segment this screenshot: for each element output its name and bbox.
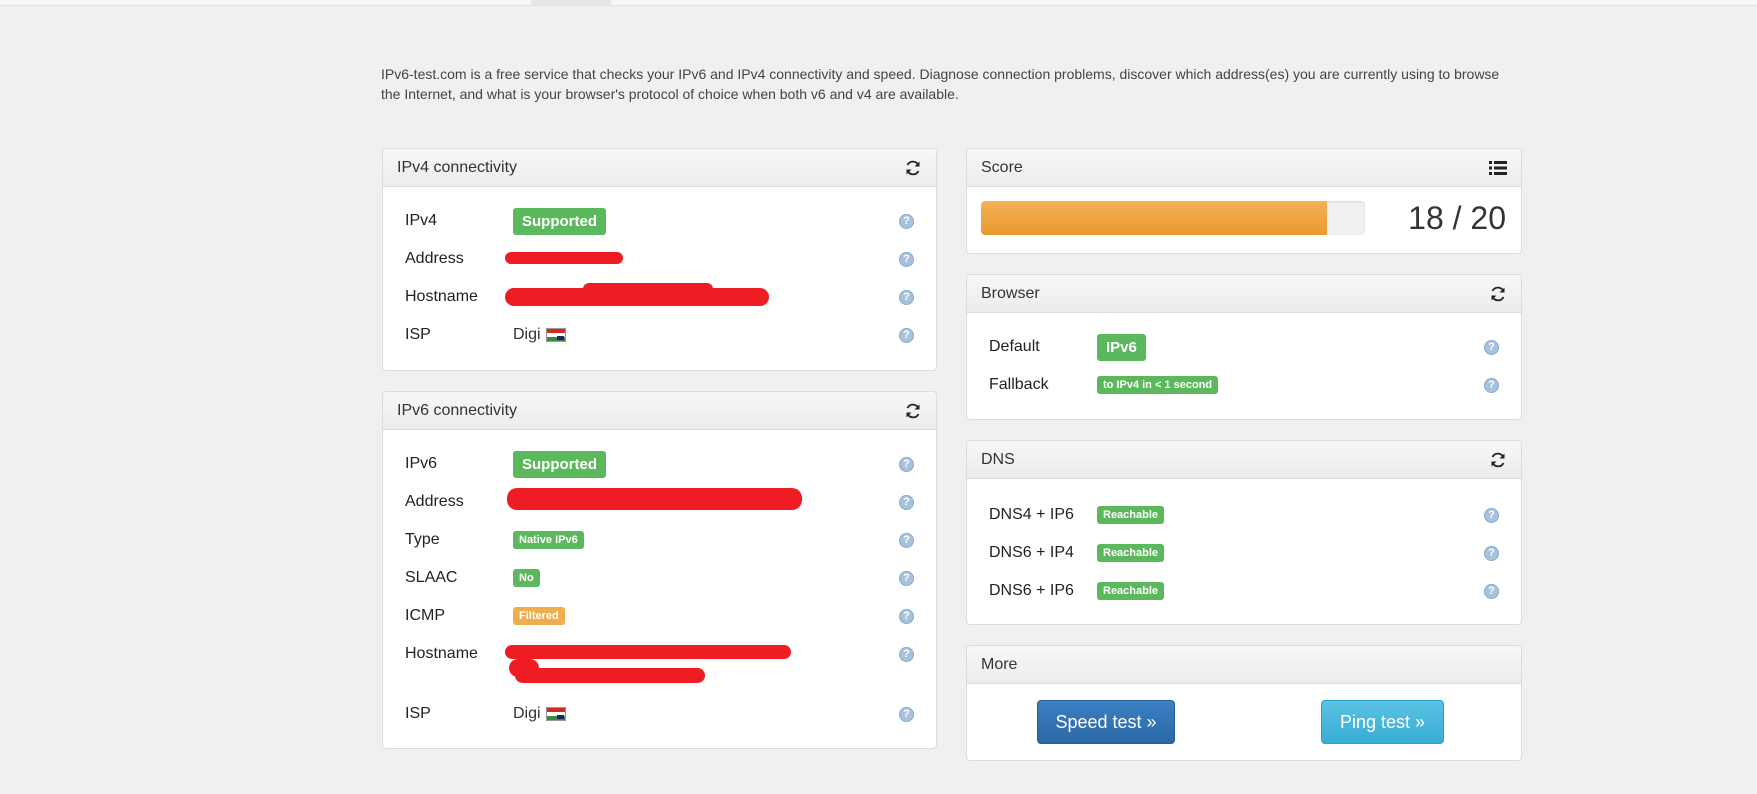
speed-test-button[interactable]: Speed test » bbox=[1037, 700, 1175, 744]
more-panel-title: More bbox=[981, 655, 1018, 673]
dns-label: DNS6 + IP4 bbox=[989, 544, 1074, 561]
default-ipv6-badge: IPv6 bbox=[1097, 333, 1146, 361]
hungary-flag-icon bbox=[545, 328, 566, 342]
reachable-badge: Reachable bbox=[1097, 544, 1165, 562]
ipv4-panel: IPv4 connectivity IPv4 Supported ? Addre… bbox=[382, 148, 937, 371]
hostname-label: Hostname bbox=[405, 645, 478, 662]
ipv4-label: IPv4 bbox=[405, 212, 438, 229]
refresh-icon[interactable] bbox=[1489, 451, 1507, 469]
type-label: Type bbox=[405, 531, 440, 548]
help-icon[interactable]: ? bbox=[1484, 507, 1499, 523]
top-nav-bar bbox=[0, 0, 1757, 6]
help-icon[interactable]: ? bbox=[1484, 583, 1499, 599]
browser-panel-header: Browser bbox=[967, 275, 1521, 313]
intro-text: IPv6-test.com is a free service that che… bbox=[381, 66, 1500, 102]
score-value: 18 / 20 bbox=[1408, 200, 1506, 236]
reachable-badge: Reachable bbox=[1097, 582, 1165, 600]
score-panel-title: Score bbox=[981, 158, 1023, 176]
ipv6-row: IPv6 Supported ? bbox=[405, 450, 914, 478]
ping-test-button[interactable]: Ping test » bbox=[1321, 700, 1444, 744]
browser-panel-title: Browser bbox=[981, 284, 1040, 302]
dns-label: DNS4 + IP6 bbox=[989, 506, 1074, 523]
help-icon[interactable]: ? bbox=[1484, 545, 1499, 561]
hostname-label: Hostname bbox=[405, 288, 478, 305]
reachable-badge: Reachable bbox=[1097, 506, 1165, 524]
ipv4-isp-row: ISP Digi ? bbox=[405, 323, 914, 347]
top-nav-tab[interactable] bbox=[531, 0, 611, 5]
help-icon[interactable]: ? bbox=[1484, 339, 1499, 355]
help-icon[interactable]: ? bbox=[899, 608, 914, 624]
redacted-hostname bbox=[583, 283, 713, 295]
slaac-badge: No bbox=[513, 569, 540, 587]
dns-row: DNS6 + IP4 Reachable ? bbox=[989, 541, 1499, 565]
ipv4-panel-header: IPv4 connectivity bbox=[383, 149, 936, 187]
dns-label: DNS6 + IP6 bbox=[989, 582, 1074, 599]
help-icon[interactable]: ? bbox=[899, 213, 914, 229]
isp-value: Digi bbox=[513, 705, 541, 722]
help-icon[interactable]: ? bbox=[899, 251, 914, 267]
ipv6-panel-title: IPv6 connectivity bbox=[397, 401, 518, 419]
browser-fallback-row: Fallback to IPv4 in < 1 second ? bbox=[989, 373, 1499, 397]
dns-row: DNS4 + IP6 Reachable ? bbox=[989, 503, 1499, 527]
address-label: Address bbox=[405, 250, 464, 267]
ipv4-row: IPv4 Supported ? bbox=[405, 207, 914, 235]
help-icon[interactable]: ? bbox=[899, 494, 914, 510]
ipv4-supported-badge: Supported bbox=[513, 207, 606, 235]
ipv6-label: IPv6 bbox=[405, 455, 438, 472]
fallback-label: Fallback bbox=[989, 376, 1049, 393]
isp-value: Digi bbox=[513, 326, 541, 343]
ipv6-supported-badge: Supported bbox=[513, 450, 606, 478]
refresh-icon[interactable] bbox=[1489, 285, 1507, 303]
dns-row: DNS6 + IP6 Reachable ? bbox=[989, 579, 1499, 603]
address-label: Address bbox=[405, 493, 464, 510]
help-icon[interactable]: ? bbox=[899, 327, 914, 343]
redacted-hostname bbox=[515, 668, 705, 683]
ipv4-panel-title: IPv4 connectivity bbox=[397, 158, 518, 176]
ipv6-panel: IPv6 connectivity IPv6 Supported ? Addre… bbox=[382, 391, 937, 749]
native-ipv6-badge: Native IPv6 bbox=[513, 531, 584, 549]
ipv6-panel-header: IPv6 connectivity bbox=[383, 392, 936, 430]
ipv6-icmp-row: ICMP Filtered ? bbox=[405, 604, 914, 628]
icmp-filtered-badge: Filtered bbox=[513, 607, 565, 625]
help-icon[interactable]: ? bbox=[899, 646, 914, 662]
ipv4-address-row: Address ? bbox=[405, 247, 914, 271]
default-label: Default bbox=[989, 338, 1040, 355]
score-panel-header: Score bbox=[967, 149, 1521, 187]
refresh-icon[interactable] bbox=[904, 402, 922, 420]
redacted-hostname bbox=[505, 645, 791, 659]
help-icon[interactable]: ? bbox=[1484, 377, 1499, 393]
more-panel: More Speed test » Ping test » bbox=[966, 645, 1522, 761]
slaac-label: SLAAC bbox=[405, 569, 458, 586]
more-panel-header: More bbox=[967, 646, 1521, 684]
browser-panel: Browser Default IPv6 ? Fallback to IPv4 … bbox=[966, 274, 1522, 420]
redacted-address bbox=[507, 488, 802, 510]
isp-label: ISP bbox=[405, 705, 431, 722]
isp-label: ISP bbox=[405, 326, 431, 343]
ipv6-isp-row: ISP Digi ? bbox=[405, 702, 914, 726]
score-progress-fill bbox=[981, 201, 1327, 235]
hungary-flag-icon bbox=[545, 707, 566, 721]
score-progress-bar bbox=[981, 201, 1365, 235]
score-panel: Score 18 / 20 bbox=[966, 148, 1522, 254]
browser-default-row: Default IPv6 ? bbox=[989, 333, 1499, 361]
dns-panel-title: DNS bbox=[981, 450, 1015, 468]
refresh-icon[interactable] bbox=[904, 159, 922, 177]
ipv6-type-row: Type Native IPv6 ? bbox=[405, 528, 914, 552]
help-icon[interactable]: ? bbox=[899, 456, 914, 472]
redacted-address bbox=[505, 252, 623, 264]
help-icon[interactable]: ? bbox=[899, 289, 914, 305]
list-icon[interactable] bbox=[1489, 159, 1507, 177]
help-icon[interactable]: ? bbox=[899, 570, 914, 586]
dns-panel: DNS DNS4 + IP6 Reachable ? DNS6 + IP4 Re… bbox=[966, 440, 1522, 625]
ipv6-slaac-row: SLAAC No ? bbox=[405, 566, 914, 590]
icmp-label: ICMP bbox=[405, 607, 445, 624]
help-icon[interactable]: ? bbox=[899, 532, 914, 548]
dns-panel-header: DNS bbox=[967, 441, 1521, 479]
fallback-badge: to IPv4 in < 1 second bbox=[1097, 376, 1219, 394]
help-icon[interactable]: ? bbox=[899, 706, 914, 722]
